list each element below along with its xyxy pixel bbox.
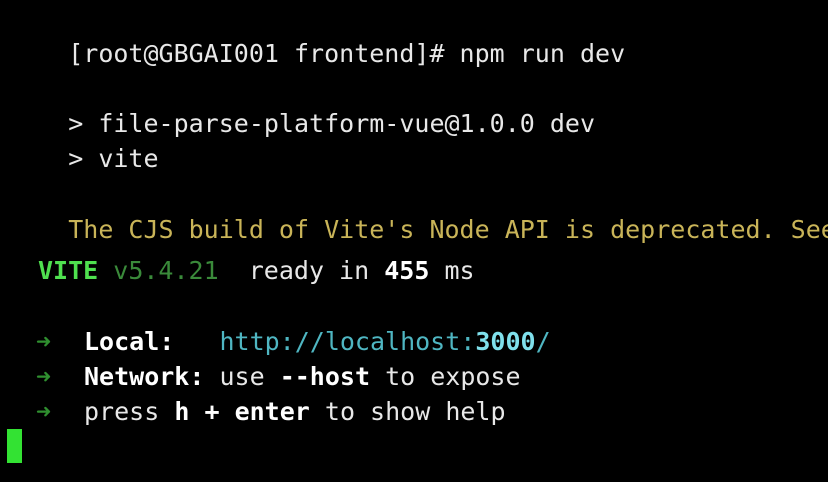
- command-prompt-text: [root@GBGAI001 frontend]# npm run dev: [68, 39, 626, 68]
- help-suffix: to show help: [324, 397, 506, 426]
- terminal-cursor[interactable]: [7, 429, 22, 463]
- ready-time: 455: [384, 256, 430, 285]
- terminal-window[interactable]: [root@GBGAI001 frontend]# npm run dev > …: [0, 0, 828, 482]
- help-line: ➜ press h + enter to show help: [36, 397, 506, 427]
- network-suffix-text: to expose: [385, 362, 521, 391]
- local-url-suffix: /: [535, 327, 551, 356]
- vite-command-line: > vite: [8, 114, 158, 173]
- local-url-prefix: http://localhost:: [219, 327, 476, 356]
- deprecation-warning-text: The CJS build of Vite's Node API is depr…: [68, 215, 828, 244]
- network-line: ➜ Network: use --host to expose: [36, 362, 521, 392]
- host-flag: --host: [279, 362, 371, 391]
- npm-script-line: > file-parse-platform-vue@1.0.0 dev: [8, 79, 595, 138]
- local-url-line: ➜ Local: http://localhost:3000/: [36, 327, 551, 357]
- arrow-right-icon: ➜: [36, 362, 52, 391]
- ready-prefix: ready in: [248, 256, 370, 285]
- network-label: Network:: [84, 362, 205, 391]
- vite-name: VITE: [38, 256, 99, 285]
- local-label: Local:: [84, 327, 175, 356]
- arrow-right-icon: ➜: [36, 397, 52, 426]
- local-url-link[interactable]: http://localhost:3000/: [219, 327, 550, 356]
- arrow-right-icon: ➜: [36, 327, 52, 356]
- vite-command-text: > vite: [68, 144, 159, 173]
- help-key-h: h: [174, 397, 190, 426]
- vite-version: v5.4.21: [113, 256, 219, 285]
- ready-unit: ms: [444, 256, 475, 285]
- network-use-text: use: [219, 362, 265, 391]
- help-key-enter: enter: [234, 397, 310, 426]
- help-prefix: press: [84, 397, 160, 426]
- command-prompt-line: [root@GBGAI001 frontend]# npm run dev: [8, 9, 625, 68]
- help-plus: +: [204, 397, 220, 426]
- deprecation-warning-line: The CJS build of Vite's Node API is depr…: [8, 185, 828, 244]
- local-url-port: 3000: [475, 327, 536, 356]
- vite-ready-line: VITE v5.4.21 ready in 455 ms: [38, 256, 475, 286]
